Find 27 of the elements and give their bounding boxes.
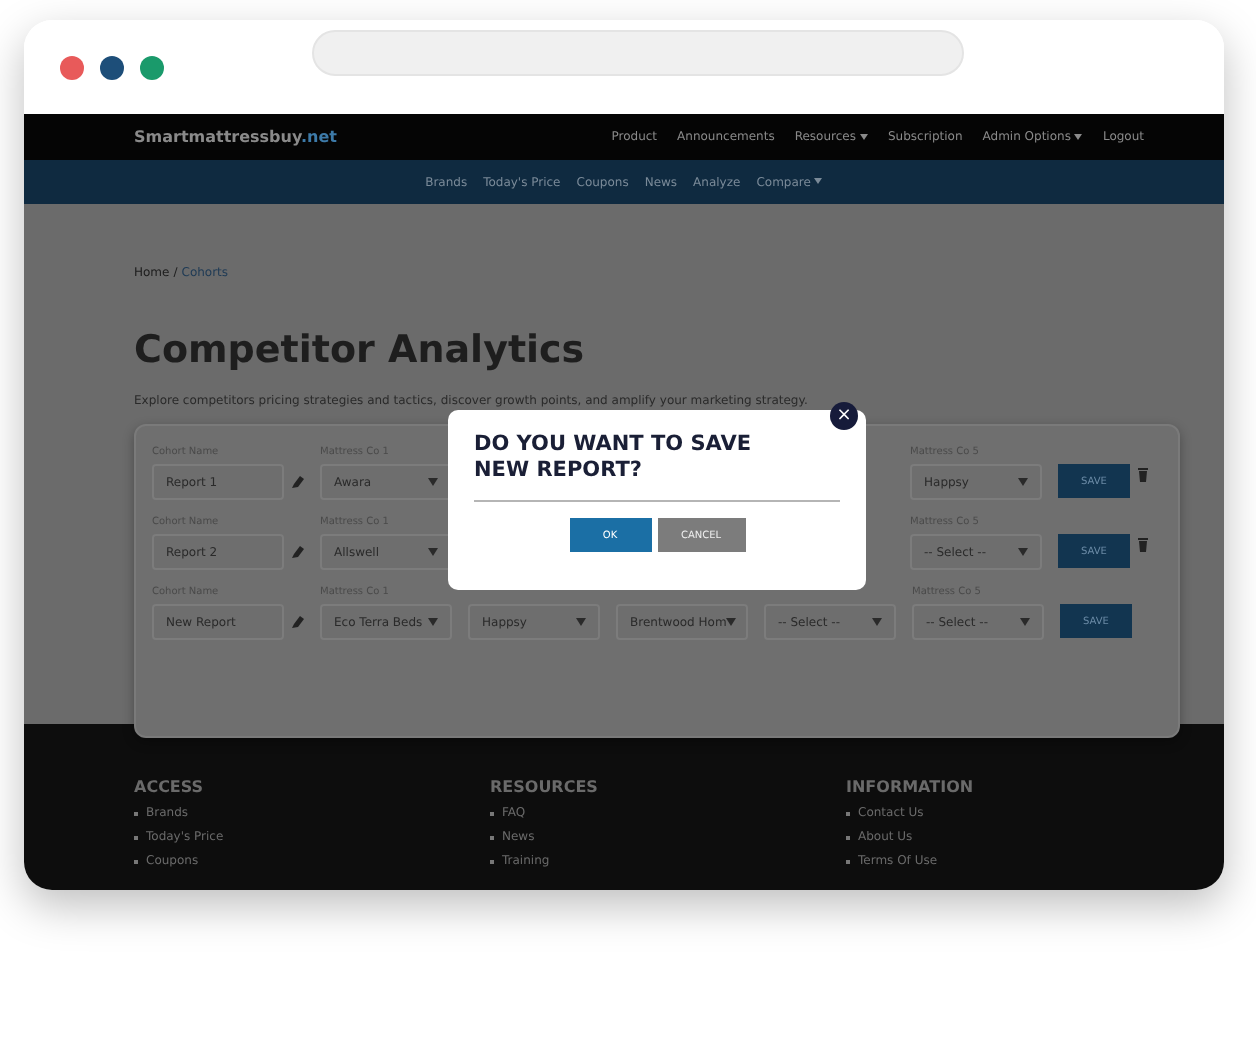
footer-heading: INFORMATION (846, 778, 976, 796)
pencil-icon[interactable] (292, 616, 304, 628)
caret-icon (1018, 478, 1028, 486)
dialog-title: DO YOU WANT TO SAVE NEW REPORT? (474, 432, 753, 484)
caret-icon (428, 618, 438, 626)
page-title: Competitor Analytics (134, 328, 587, 372)
footer-heading: RESOURCES (490, 778, 600, 796)
caret-icon (726, 618, 737, 626)
window-dot[interactable] (100, 55, 124, 79)
caret-icon (1074, 133, 1083, 140)
pencil-icon[interactable] (292, 476, 304, 488)
caret-icon (872, 618, 882, 626)
trash-icon[interactable] (1138, 468, 1148, 482)
footer-heading: ACCESS (134, 778, 206, 796)
site-logo[interactable]: Smartmattressbuy.net (134, 128, 337, 146)
window-dot[interactable] (140, 55, 164, 79)
caret-icon (814, 178, 823, 185)
caret-icon (1018, 548, 1028, 556)
caret-icon (1020, 618, 1030, 626)
caret-icon (859, 133, 868, 140)
caret-icon (576, 618, 586, 626)
pencil-icon[interactable] (292, 546, 304, 558)
caret-icon (428, 548, 438, 556)
caret-icon (428, 478, 438, 486)
window-dot[interactable] (60, 55, 84, 79)
close-button[interactable]: × (830, 402, 858, 430)
trash-icon[interactable] (1138, 538, 1148, 552)
